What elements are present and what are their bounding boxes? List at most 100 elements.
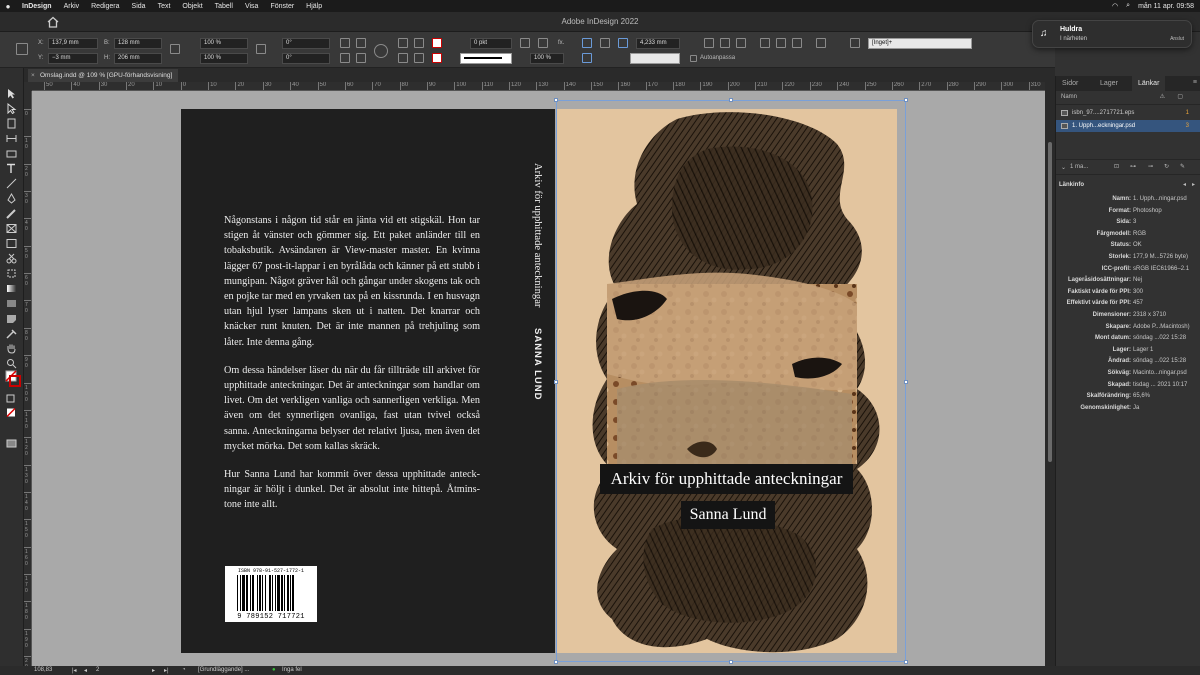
isbn-barcode[interactable]: ISBN 978-91-527-1772-1 9 789152 717721: [225, 566, 317, 622]
next-page-icon[interactable]: ▸: [152, 667, 155, 674]
opacity-field[interactable]: 100 %: [530, 53, 564, 64]
prev-page-icon[interactable]: ◂: [84, 667, 87, 674]
frame-handle[interactable]: [904, 380, 908, 384]
selection-tool-icon[interactable]: [5, 86, 18, 99]
menu-item[interactable]: Sida: [126, 3, 152, 10]
scroll-thumb[interactable]: [1048, 142, 1052, 462]
frame-fit-icon[interactable]: [618, 38, 628, 48]
notification[interactable]: ♫ Huldra I närheten Anslut: [1032, 20, 1192, 48]
distribute-icon[interactable]: [816, 38, 826, 48]
page-field[interactable]: 2: [96, 667, 99, 673]
errors-status[interactable]: Inga fel: [282, 667, 302, 673]
gradient-tool-icon[interactable]: [5, 281, 18, 292]
link-row-selected[interactable]: 1. Upph...eckningar.psd 3: [1056, 120, 1200, 132]
relink-cc-icon[interactable]: ⊡: [1114, 163, 1119, 170]
p-icon[interactable]: [374, 44, 388, 58]
name-column-header[interactable]: Namn: [1061, 94, 1077, 100]
select-container-icon[interactable]: [398, 38, 408, 48]
note-tool-icon[interactable]: [5, 311, 18, 323]
reference-point-icon[interactable]: [16, 43, 28, 55]
frame-handle[interactable]: [554, 660, 558, 664]
gradient-feather-tool-icon[interactable]: [5, 296, 18, 307]
formatting-container-icon[interactable]: [5, 391, 18, 403]
prev-link-icon[interactable]: ◂: [1183, 181, 1186, 188]
eyedropper-tool-icon[interactable]: [5, 326, 18, 339]
wifi-icon[interactable]: ◠: [1112, 2, 1118, 10]
tab-lankar[interactable]: Länkar: [1132, 76, 1166, 91]
menu-item[interactable]: InDesign: [16, 3, 58, 10]
menu-item[interactable]: Tabell: [209, 3, 239, 10]
pen-tool-icon[interactable]: [5, 191, 18, 204]
back-cover-blurb[interactable]: Någonstans i någon tid står en jänta vid…: [224, 213, 480, 526]
align-right-icon[interactable]: [736, 38, 746, 48]
stroke-type-dropdown[interactable]: [460, 53, 512, 64]
select-prev-icon[interactable]: [414, 38, 424, 48]
scale-y-field[interactable]: 100 %: [200, 53, 248, 64]
scale-x-field[interactable]: 100 %: [200, 38, 248, 49]
connect-button[interactable]: Anslut: [1170, 36, 1184, 42]
object-style-dropdown[interactable]: [Inget]+: [868, 38, 972, 49]
back-cover[interactable]: Någonstans i någon tid står en jänta vid…: [181, 109, 555, 653]
select-content-icon[interactable]: [398, 53, 408, 63]
text-wrap-bbox-icon[interactable]: [600, 38, 610, 48]
style-field[interactable]: [Grundläggande] ...: [198, 667, 249, 673]
frame-handle[interactable]: [729, 98, 733, 102]
frame-handle[interactable]: [904, 98, 908, 102]
menu-item[interactable]: Visa: [239, 3, 265, 10]
go-to-link-icon[interactable]: ⊸: [1148, 163, 1153, 170]
flip-h-icon[interactable]: [356, 38, 366, 48]
search-icon[interactable]: ⌕: [1126, 2, 1130, 10]
next-link-icon[interactable]: ▸: [1192, 181, 1195, 188]
fx-icon[interactable]: fx.: [558, 40, 564, 46]
content-collector-icon[interactable]: [5, 146, 18, 158]
update-link-icon[interactable]: ↻: [1164, 163, 1169, 170]
fill-swatch-icon[interactable]: [432, 38, 442, 48]
rectangle-frame-tool-icon[interactable]: [5, 221, 18, 233]
tab-sidor[interactable]: Sidor: [1056, 76, 1084, 91]
gap-tool-icon[interactable]: [5, 131, 18, 142]
relink-icon[interactable]: ⊶: [1130, 163, 1136, 170]
free-transform-tool-icon[interactable]: [5, 266, 18, 278]
edit-original-icon[interactable]: ✎: [1180, 163, 1185, 170]
frame-fitting-dropdown[interactable]: [630, 53, 680, 64]
screen-mode-icon[interactable]: [5, 436, 18, 448]
spine[interactable]: Arkiv för upphittade anteckningar SANNA …: [519, 109, 555, 653]
page-tool-icon[interactable]: [5, 116, 18, 129]
menu-item[interactable]: Text: [152, 3, 177, 10]
apple-icon[interactable]: ●: [0, 2, 16, 11]
frame-handle[interactable]: [554, 98, 558, 102]
corner-icon[interactable]: [538, 38, 548, 48]
menu-item[interactable]: Objekt: [176, 3, 208, 10]
menu-item[interactable]: Arkiv: [58, 3, 86, 10]
vertical-scrollbar[interactable]: [1045, 82, 1055, 666]
expand-icon[interactable]: ⌄: [1061, 164, 1066, 171]
spacing-field[interactable]: 4,233 mm: [636, 38, 680, 49]
rotate-ccw-icon[interactable]: [340, 53, 350, 63]
shear-field[interactable]: 0°: [282, 53, 330, 64]
autofit-checkbox[interactable]: [690, 55, 697, 62]
apply-none-icon[interactable]: [5, 405, 18, 418]
width-field[interactable]: 128 mm: [114, 38, 162, 49]
drop-shadow-icon[interactable]: [520, 38, 530, 48]
height-field[interactable]: 206 mm: [114, 53, 162, 64]
frame-handle[interactable]: [729, 660, 733, 664]
align-left-icon[interactable]: [704, 38, 714, 48]
fitting-icon[interactable]: [582, 53, 592, 63]
panel-menu-icon[interactable]: ≡: [1193, 79, 1197, 86]
fill-stroke-swatch-icon[interactable]: [5, 370, 21, 388]
ruler-origin[interactable]: [24, 82, 32, 91]
rotate-cw-icon[interactable]: [340, 38, 350, 48]
stroke-weight-field[interactable]: 0 pkt: [470, 38, 512, 49]
selected-image-frame[interactable]: [554, 98, 908, 664]
link-info-title[interactable]: Länkinfo: [1059, 182, 1084, 188]
type-tool-icon[interactable]: [5, 161, 18, 173]
vertical-ruler[interactable]: 0 1 0 2 0 3 0 4 0 5 0 6 0 7 0 8 0 9 0 1 0 0 1 1 0 1 …: [24, 91, 32, 666]
text-wrap-icon[interactable]: [582, 38, 592, 48]
tab-lager[interactable]: Lager: [1094, 76, 1124, 91]
zoom-field[interactable]: 108,83: [34, 667, 52, 673]
align-center-icon[interactable]: [720, 38, 730, 48]
preflight-icon[interactable]: ◔: [182, 667, 186, 673]
y-field[interactable]: −3 mm: [48, 53, 98, 64]
x-field[interactable]: 137,9 mm: [48, 38, 98, 49]
horizontal-ruler[interactable]: 50 40 30 20 10 0 10 20 30 40 50 60 70 80 90 100 110 120 13…: [32, 82, 1045, 91]
